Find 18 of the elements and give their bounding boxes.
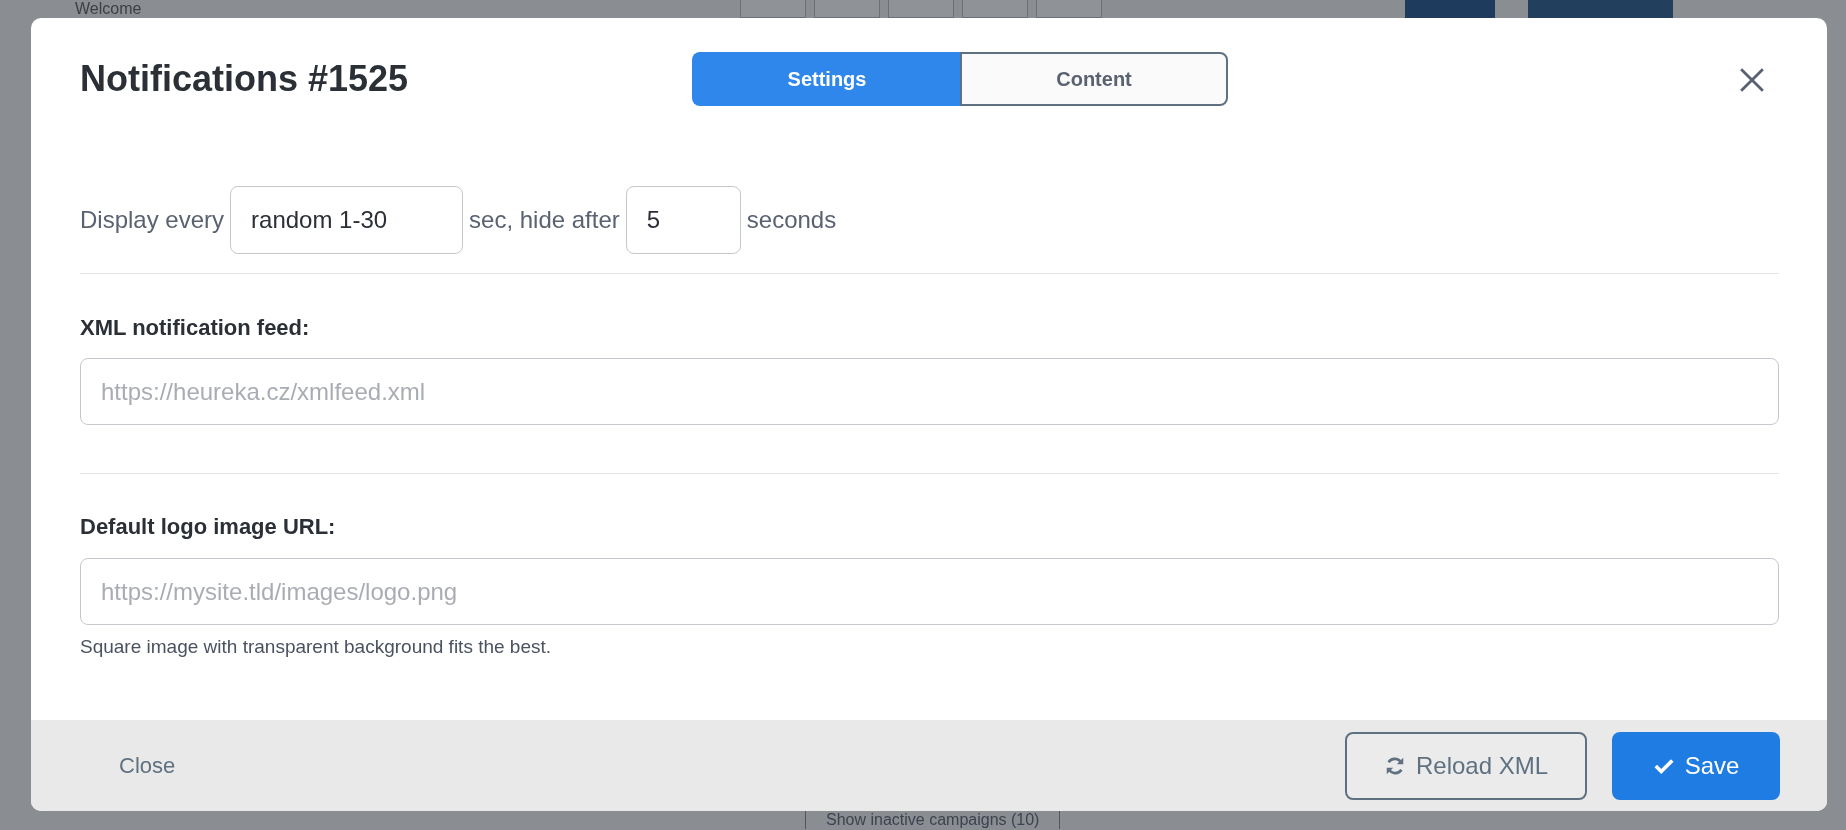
tab[interactable]: Settings [692, 52, 960, 106]
close-icon[interactable] [1739, 67, 1765, 93]
page-heading: Welcome [75, 0, 142, 18]
field-label: Default logo image URL: [80, 513, 337, 541]
field-label: XML notification feed: [80, 314, 311, 342]
interval-field[interactable]: random 1-30 [230, 186, 464, 254]
logo-url-field[interactable]: https://mysite.tld/images/logo.png [80, 558, 1779, 625]
feed-url-field[interactable]: https://heureka.cz/xmlfeed.xml [80, 358, 1779, 425]
hide-after-field[interactable]: 5 [625, 186, 741, 254]
reload-button[interactable]: Reload XML [1345, 731, 1587, 800]
dialog-title: Notifications #1525 [80, 58, 409, 100]
tab[interactable]: Content [960, 52, 1228, 106]
close-button[interactable]: Close [103, 744, 192, 787]
timing-label: seconds [746, 206, 837, 234]
help-text: Square image with transparent background fits the best. [80, 636, 553, 658]
timing-label: sec, hide after [469, 206, 620, 234]
save-button[interactable]: Save [1612, 731, 1780, 800]
timing-label: Display every [80, 206, 225, 234]
